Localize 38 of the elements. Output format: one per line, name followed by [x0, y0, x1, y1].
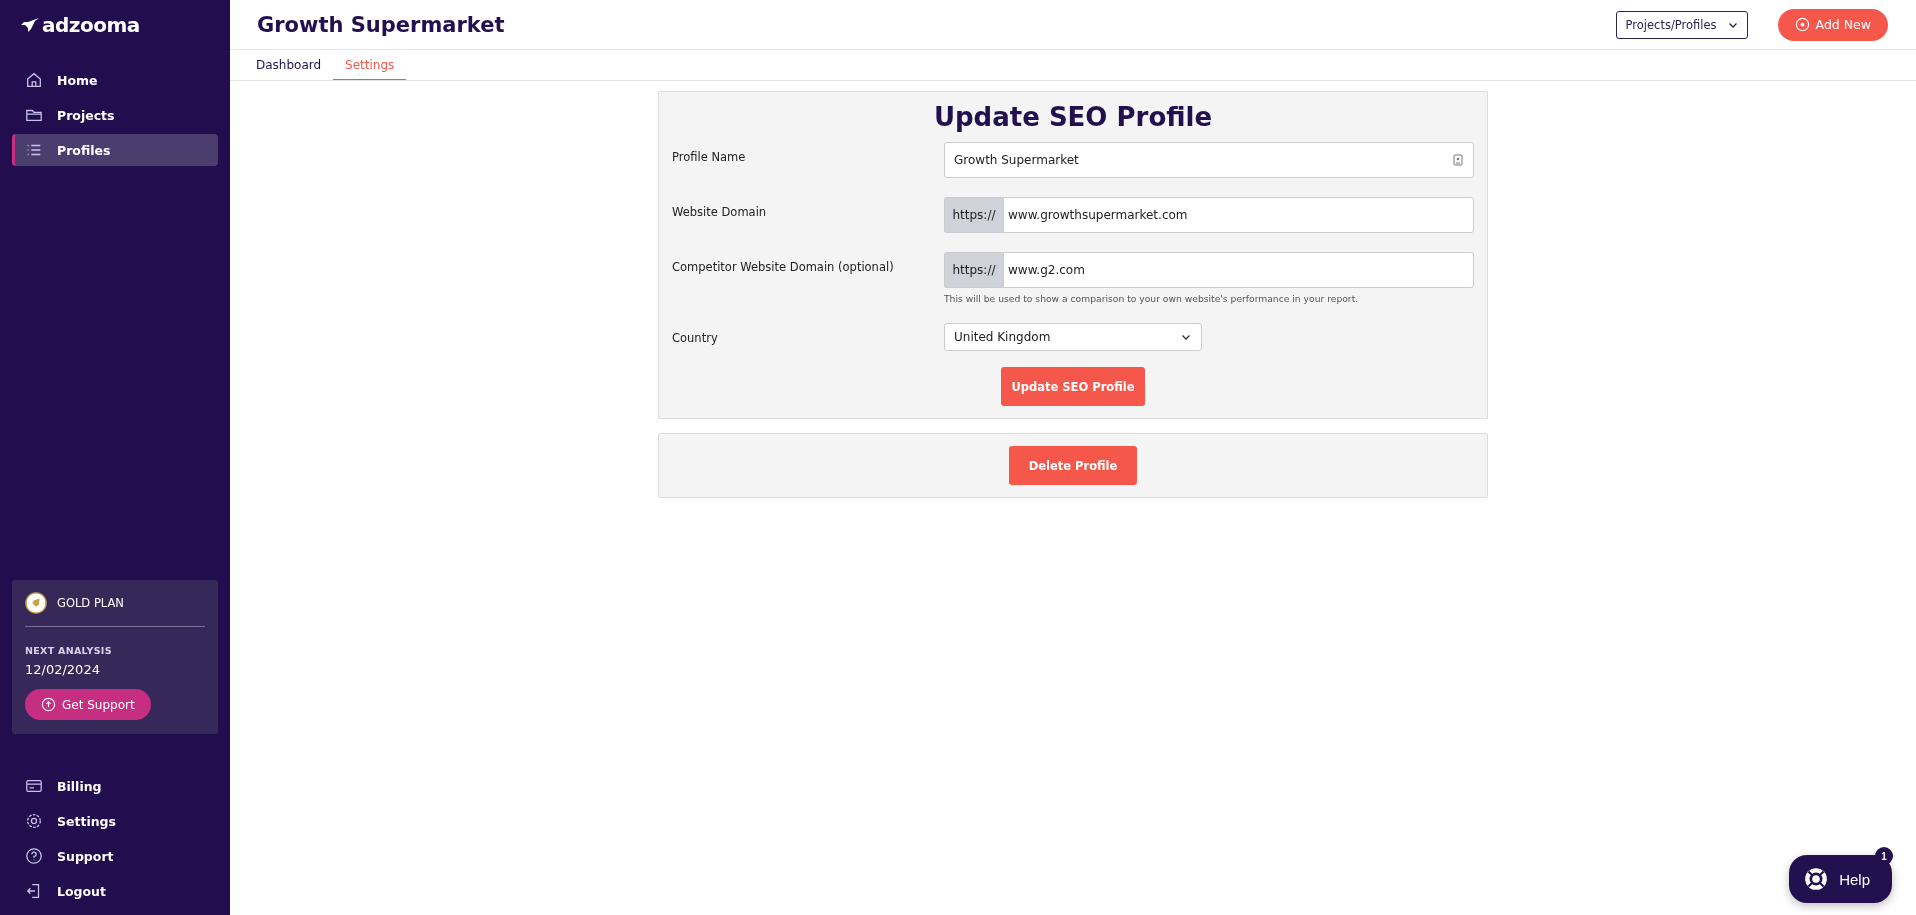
get-support-button[interactable]: Get Support — [25, 689, 151, 720]
plan-name: GOLD PLAN — [57, 596, 124, 610]
lifebuoy-icon — [1803, 866, 1830, 892]
home-icon — [25, 71, 43, 89]
rocket-icon — [20, 17, 40, 33]
rocket-medal-icon — [25, 592, 47, 614]
help-text: This will be used to show a comparison to your own website's performance in your report. — [944, 293, 1360, 304]
notification-badge: 1 — [1875, 847, 1893, 865]
logo-text[interactable]: adzooma — [42, 13, 140, 37]
page-title: Growth Supermarket — [257, 12, 506, 37]
country-select[interactable]: United Kingdom — [944, 323, 1202, 351]
url-prefix: https:// — [944, 197, 1003, 233]
next-analysis-label: NEXT ANALYSIS — [25, 645, 112, 656]
url-prefix: https:// — [944, 252, 1003, 288]
arrow-up-circle-icon — [41, 697, 56, 712]
nav-item[interactable]: Projects — [12, 99, 218, 131]
help-icon — [25, 847, 43, 865]
form-title: Update SEO Profile — [932, 102, 1214, 132]
next-analysis-date: 12/02/2024 — [25, 662, 100, 677]
plus-circle-icon — [1794, 17, 1810, 32]
field-label: Profile Name — [672, 149, 747, 166]
card-icon — [25, 777, 43, 795]
tab[interactable]: Dashboard — [244, 50, 334, 80]
field-label: Website Domain — [672, 204, 768, 221]
projects-profiles-dropdown[interactable]: Projects/Profiles — [1615, 10, 1748, 39]
nav-item[interactable]: Billing — [12, 770, 218, 802]
nav-item[interactable]: Profiles — [12, 134, 218, 166]
profile-name-field[interactable]: Growth Supermarket — [944, 142, 1474, 178]
field-label: Competitor Website Domain (optional) — [672, 259, 895, 276]
nav-item[interactable]: Settings — [12, 805, 218, 837]
nav-item[interactable]: Support — [12, 840, 218, 872]
nav-item[interactable]: Logout — [12, 875, 218, 907]
domain-field[interactable]: www.growthsupermarket.com — [1003, 197, 1474, 233]
field-label: Country — [672, 330, 719, 347]
domain-field[interactable]: www.g2.com — [1003, 252, 1474, 288]
contact-card-icon — [1452, 154, 1464, 166]
settings-icon — [25, 812, 43, 830]
nav-item[interactable]: Home — [12, 64, 218, 96]
